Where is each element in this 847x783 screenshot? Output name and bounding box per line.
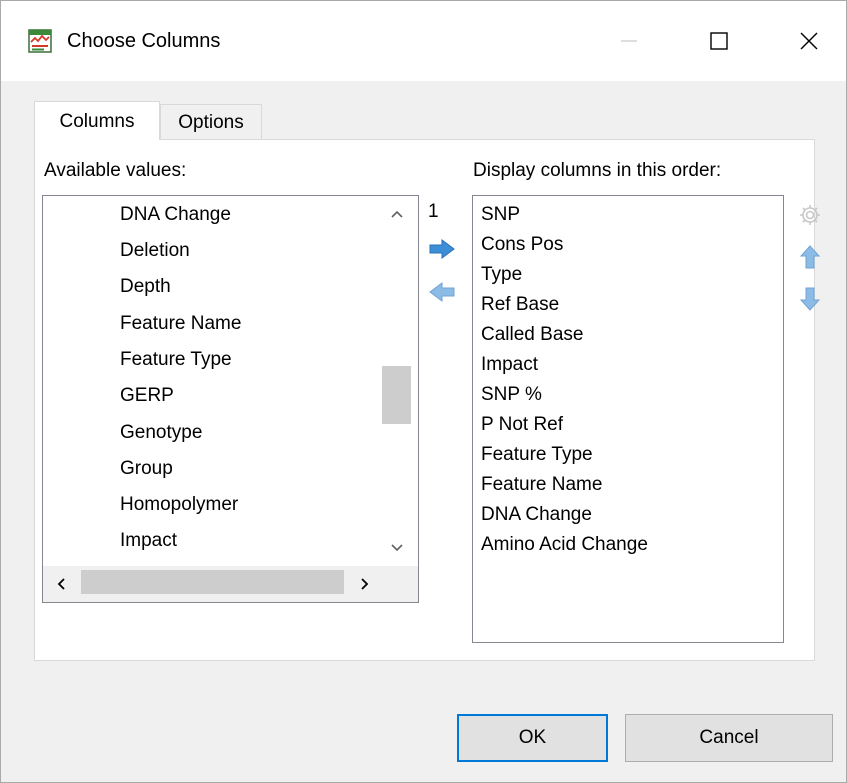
minimize-icon [621,40,637,42]
list-item[interactable]: Feature Type [481,444,593,466]
remove-column-button[interactable] [427,279,457,305]
available-values-list[interactable]: DNA Change Deletion Depth Feature Name F… [42,195,419,603]
list-item[interactable]: Called Base [481,324,583,346]
column-settings-button[interactable] [795,200,825,230]
display-columns-label: Display columns in this order: [473,160,722,181]
scroll-down-button[interactable] [387,538,407,558]
list-item[interactable]: Feature Name [481,474,602,496]
list-item[interactable]: Group [120,458,173,480]
list-item[interactable]: Ref Base [481,294,559,316]
close-button[interactable] [779,19,839,63]
tab-options[interactable]: Options [160,104,262,139]
horizontal-scrollbar[interactable] [43,566,381,602]
list-item[interactable]: P Not Ref [481,414,563,436]
list-item[interactable]: SNP [481,204,520,226]
list-item[interactable]: Genotype [120,422,202,444]
chevron-right-icon [361,578,369,590]
list-item[interactable]: Deletion [120,240,190,262]
maximize-icon [710,32,728,50]
close-icon [800,32,818,50]
scrollbar-corner [381,566,418,602]
maximize-button[interactable] [689,19,749,63]
list-item[interactable]: DNA Change [481,504,592,526]
list-item[interactable]: Type [481,264,522,286]
tab-columns[interactable]: Columns [34,101,160,140]
chart-columns-icon [28,29,52,53]
arrow-left-icon [429,282,455,302]
gear-icon [800,205,820,225]
ok-button[interactable]: OK [457,714,608,762]
list-item[interactable]: Impact [481,354,538,376]
display-columns-list[interactable]: SNP Cons Pos Type Ref Base Called Base I… [472,195,784,643]
vertical-scroll-thumb[interactable] [382,366,411,424]
list-item[interactable]: Amino Acid Change [481,534,648,556]
list-item[interactable]: SNP % [481,384,542,406]
arrow-right-icon [429,239,455,259]
arrow-down-icon [799,287,821,311]
cancel-button[interactable]: Cancel [625,714,833,762]
list-item[interactable]: Cons Pos [481,234,563,256]
window-title: Choose Columns [67,30,221,52]
arrow-up-icon [799,245,821,269]
list-item[interactable]: GERP [120,385,174,407]
title-bar[interactable]: Choose Columns [1,1,846,81]
list-item[interactable]: DNA Change [120,204,231,226]
chevron-left-icon [57,578,65,590]
scroll-left-button[interactable] [51,572,71,596]
list-item[interactable]: Feature Type [120,349,232,371]
move-down-button[interactable] [795,284,825,314]
chevron-up-icon [391,210,403,218]
selected-count: 1 [428,201,439,222]
horizontal-scroll-thumb[interactable] [81,570,344,594]
available-values-label: Available values: [44,160,187,181]
chevron-down-icon [391,544,403,552]
list-item[interactable]: Impact [120,530,177,552]
choose-columns-dialog: Choose Columns Columns Options Available… [0,0,847,783]
list-item[interactable]: Feature Name [120,313,241,335]
minimize-button[interactable] [599,19,659,63]
scroll-up-button[interactable] [387,204,407,224]
vertical-scrollbar[interactable] [381,196,414,566]
move-up-button[interactable] [795,242,825,272]
list-item[interactable]: Depth [120,276,171,298]
add-column-button[interactable] [427,236,457,262]
list-item[interactable]: Homopolymer [120,494,238,516]
scroll-right-button[interactable] [355,572,375,596]
